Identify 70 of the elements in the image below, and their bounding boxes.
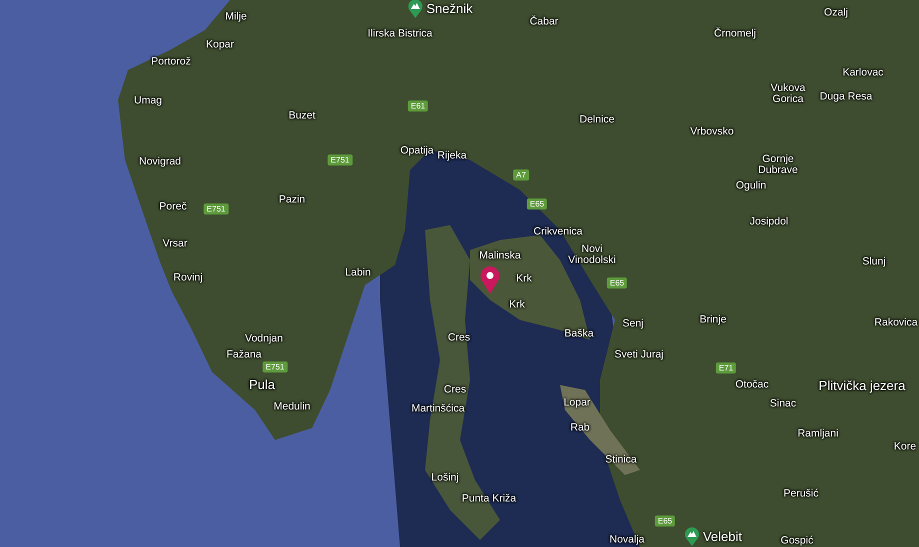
- road-shield: E65: [606, 278, 628, 288]
- place-label: Buzet: [288, 110, 316, 122]
- mountain-pin-icon: [407, 0, 424, 18]
- road-shield: E751: [328, 154, 352, 166]
- place-label: Portorož: [151, 56, 191, 68]
- place-label: Pula: [248, 378, 276, 392]
- road-shield: E61: [408, 100, 428, 112]
- place-label: Gornje Dubrave: [757, 154, 799, 176]
- place-label: Otočac: [735, 380, 769, 390]
- place-label: Ogulin: [736, 180, 766, 192]
- place-label: Vrbovsko: [690, 126, 734, 138]
- road-shield: E65: [654, 516, 676, 526]
- place-label: Medulin: [274, 402, 310, 412]
- place-label: Vukova Gorica: [770, 82, 806, 106]
- place-label: Senj: [622, 318, 644, 330]
- place-label: Novi Vinodolski: [567, 244, 617, 266]
- road-shield: E751: [262, 362, 288, 372]
- place-label: Rovinj: [173, 272, 203, 284]
- place-label: Kopar: [206, 40, 234, 50]
- place-label: Crikvenica: [534, 226, 582, 238]
- place-label: Opatija: [400, 146, 434, 156]
- place-label: Malinska: [479, 250, 521, 262]
- place-label: Rakovica: [874, 318, 918, 328]
- place-label: Lošinj: [431, 472, 459, 484]
- place-label: Lopar: [564, 398, 590, 408]
- place-label: Brinje: [700, 314, 726, 326]
- place-label: Čabar: [530, 16, 558, 28]
- place-label: Gospić: [780, 536, 814, 546]
- place-label: Krk: [516, 274, 532, 284]
- place-label: Rab: [570, 422, 590, 434]
- place-label: Baška: [564, 328, 594, 340]
- place-label: Perušić: [784, 488, 818, 500]
- road-shield: E65: [526, 198, 548, 210]
- place-label: Kore: [894, 442, 916, 452]
- place-label: Umag: [134, 96, 162, 106]
- place-label: Ilirska Bistrica: [368, 28, 432, 40]
- place-label: Novigrad: [138, 156, 182, 168]
- place-label: Črnomelj: [714, 28, 756, 40]
- road-shield: A7: [513, 170, 529, 180]
- place-label: Duga Resa: [820, 92, 872, 102]
- peak-label: Snežnik: [407, 0, 473, 18]
- place-label: Sveti Juraj: [614, 350, 664, 360]
- place-label: Fažana: [226, 350, 262, 360]
- place-label: Labin: [345, 268, 371, 278]
- place-label: Delnice: [579, 114, 615, 126]
- place-label: Stinica: [605, 454, 637, 466]
- place-label: Novalja: [609, 534, 645, 546]
- place-label: Vodnjan: [245, 334, 283, 344]
- place-label: Rijeka: [437, 150, 467, 162]
- road-shield: E751: [204, 204, 228, 214]
- place-label: Ramljani: [798, 428, 838, 440]
- place-label: Cres: [444, 384, 466, 396]
- mountain-pin-icon: [684, 526, 700, 546]
- place-label: Martinšćica: [411, 404, 465, 414]
- place-label: Ozalj: [824, 8, 848, 18]
- place-label: Vrsar: [162, 238, 188, 250]
- place-label: Krk: [509, 300, 525, 310]
- place-label: Josipdol: [750, 216, 788, 228]
- place-label: Milje: [225, 12, 247, 22]
- place-label: Punta Križa: [462, 494, 516, 504]
- place-label: Sinac: [770, 398, 796, 410]
- place-label: Cres: [448, 332, 470, 344]
- place-label: Slunj: [862, 256, 886, 268]
- place-label: Pazin: [278, 194, 306, 206]
- place-label: Karlovac: [842, 68, 884, 78]
- place-label: Plitvička jezera: [818, 379, 906, 393]
- place-label: Poreč: [159, 202, 187, 212]
- location-pin-icon[interactable]: [480, 266, 500, 294]
- road-shield: E71: [716, 362, 736, 374]
- peak-label: Velebit: [684, 526, 742, 546]
